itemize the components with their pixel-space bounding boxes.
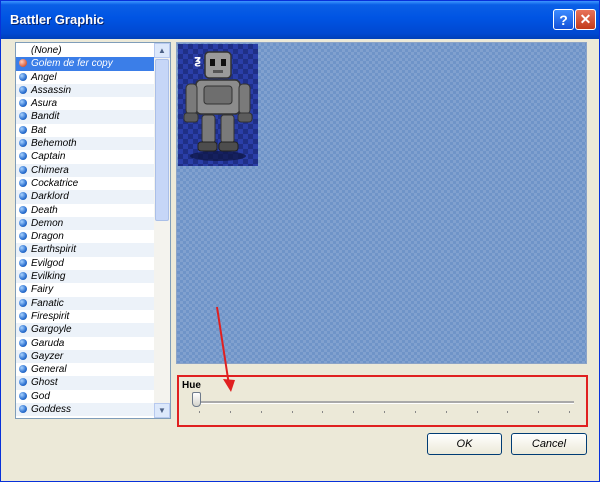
annotation-arrow	[216, 306, 235, 392]
battler-graphic-dialog: Battler Graphic ? ✕ (None) Golem de fer c…	[0, 0, 600, 482]
